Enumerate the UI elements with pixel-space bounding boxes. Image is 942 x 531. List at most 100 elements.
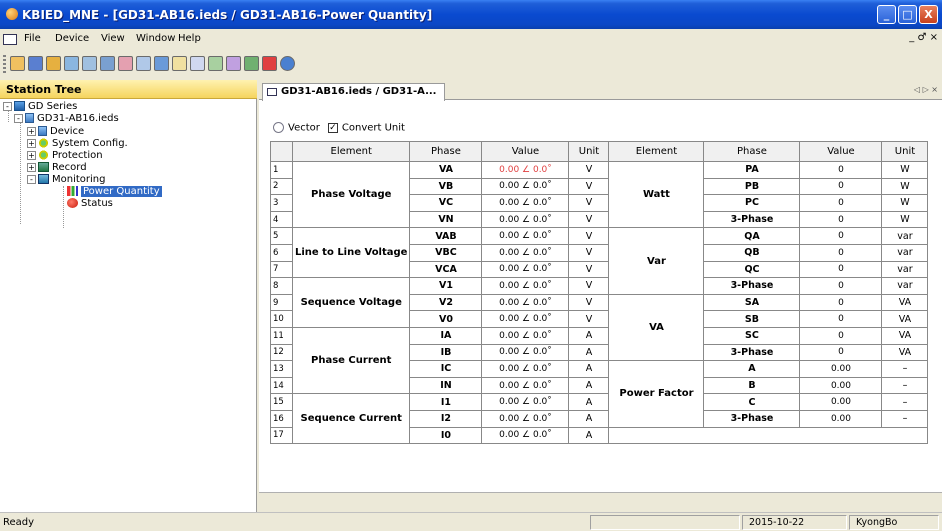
- unit-cell: V: [568, 210, 610, 229]
- value-cell: 0: [799, 293, 883, 312]
- phase-cell: 3-Phase: [703, 343, 801, 362]
- document-icon[interactable]: [3, 34, 17, 45]
- tree-node-gd-series[interactable]: - GD Series: [3, 101, 77, 112]
- vector-icon[interactable]: [273, 122, 284, 133]
- mdi-window-controls[interactable]: _ ♂ ×: [909, 32, 938, 43]
- convert-unit-checkbox[interactable]: ✓: [327, 122, 338, 133]
- header-element: Element: [291, 141, 411, 162]
- menu-window[interactable]: Window: [136, 33, 175, 44]
- unit-cell: var: [881, 277, 929, 295]
- phase-cell: VB: [409, 177, 483, 196]
- menu-help[interactable]: Help: [178, 33, 201, 44]
- unit-cell: –: [881, 393, 929, 411]
- tree-node-record[interactable]: + Record: [27, 162, 87, 173]
- help-icon[interactable]: [280, 56, 295, 71]
- tree-node-power-quantity[interactable]: Power Quantity: [67, 186, 162, 197]
- row-number: 4: [270, 210, 293, 229]
- value-cell: 0.00 ∠ 0.0˚: [481, 376, 570, 395]
- document-tab-icon: [267, 88, 277, 96]
- value-cell: 0.00 ∠ 0.0˚: [481, 326, 570, 345]
- expand-icon[interactable]: +: [27, 150, 36, 160]
- element-group-label: Sequence Voltage: [291, 277, 411, 328]
- tree-node-label: GD Series: [28, 101, 78, 112]
- expand-icon[interactable]: +: [27, 138, 36, 148]
- status-ready: Ready: [3, 517, 35, 528]
- delete-icon[interactable]: [262, 56, 277, 71]
- value-cell: 0.00: [799, 376, 883, 395]
- print-icon[interactable]: [64, 56, 79, 71]
- collapse-icon[interactable]: -: [14, 113, 23, 123]
- tree-node-label: Power Quantity: [81, 186, 162, 197]
- record-icon: [38, 162, 49, 172]
- header-unit-right: Unit: [881, 141, 929, 162]
- phase-cell: QB: [703, 243, 801, 262]
- row-number: 15: [270, 393, 293, 411]
- expand-icon[interactable]: +: [27, 162, 36, 172]
- download-icon[interactable]: [118, 56, 133, 71]
- unit-cell: W: [881, 194, 929, 212]
- header-element-right: Element: [608, 141, 705, 162]
- event-list-icon[interactable]: [172, 56, 187, 71]
- station-tree-panel: Station Tree - GD Series - GD31-AB16.ieds …: [0, 80, 257, 512]
- value-cell: 0.00 ∠ 0.0˚: [481, 310, 570, 328]
- table-icon[interactable]: [190, 56, 205, 71]
- phase-cell: 3-Phase: [703, 277, 801, 295]
- menu-file[interactable]: File: [24, 33, 41, 44]
- menu-view[interactable]: View: [101, 33, 125, 44]
- value-cell: 0.00 ∠ 0.0˚: [481, 293, 570, 312]
- tree-node-system-config[interactable]: + System Config.: [27, 138, 128, 149]
- value-cell: 0.00: [799, 393, 883, 411]
- app-icon: [6, 8, 18, 20]
- element-group-label: Var: [608, 227, 705, 295]
- wave-icon[interactable]: [226, 56, 241, 71]
- minimize-button[interactable]: _: [877, 5, 896, 24]
- value-cell: 0.00 ∠ 0.0˚: [481, 360, 570, 378]
- phase-cell: VA: [409, 161, 483, 179]
- menu-device[interactable]: Device: [55, 33, 89, 44]
- tree-node-status[interactable]: Status: [67, 198, 113, 209]
- toolbar-grip-icon[interactable]: [3, 55, 6, 73]
- new-file-icon[interactable]: [46, 56, 61, 71]
- phase-cell: IN: [409, 376, 483, 395]
- unit-cell: V: [568, 310, 610, 328]
- save-icon[interactable]: [28, 56, 43, 71]
- tab-power-quantity[interactable]: GD31-AB16.ieds / GD31-A...: [262, 83, 446, 101]
- phase-cell: C: [703, 393, 801, 411]
- collapse-icon[interactable]: -: [3, 101, 12, 111]
- value-cell: 0.00 ∠ 0.0˚: [481, 243, 570, 262]
- value-cell: 0: [799, 326, 883, 345]
- header-value-right: Value: [799, 141, 883, 162]
- phase-cell: IB: [409, 343, 483, 362]
- tree-node-label: Record: [52, 162, 87, 173]
- expand-icon[interactable]: +: [27, 126, 36, 136]
- connect-icon[interactable]: [100, 56, 115, 71]
- close-button[interactable]: X: [919, 5, 938, 24]
- unit-cell: V: [568, 277, 610, 295]
- convert-unit-label[interactable]: Convert Unit: [342, 123, 405, 134]
- row-number: 16: [270, 409, 293, 428]
- display-options: Vector ✓ Convert Unit: [273, 122, 405, 134]
- unit-cell: W: [881, 161, 929, 179]
- element-group-label: Power Factor: [608, 360, 705, 428]
- phase-cell: VN: [409, 210, 483, 229]
- chart-icon[interactable]: [208, 56, 223, 71]
- tab-navigation-arrows[interactable]: ◁ ▷ ×: [914, 85, 938, 94]
- header-unit: Unit: [568, 141, 610, 162]
- tree-node-ieds-file[interactable]: - GD31-AB16.ieds: [14, 113, 119, 124]
- export-icon[interactable]: [244, 56, 259, 71]
- vector-label[interactable]: Vector: [288, 123, 320, 134]
- power-quantity-table: Element Phase Value Unit Element Phase V…: [270, 141, 929, 445]
- phase-cell: VC: [409, 194, 483, 212]
- tree-node-protection[interactable]: + Protection: [27, 150, 103, 161]
- upload-icon[interactable]: [136, 56, 151, 71]
- tree-node-monitoring[interactable]: - Monitoring: [27, 174, 105, 185]
- monitor-icon[interactable]: [154, 56, 169, 71]
- tree-node-device[interactable]: + Device: [27, 126, 84, 137]
- collapse-icon[interactable]: -: [27, 174, 36, 184]
- open-folder-icon[interactable]: [10, 56, 25, 71]
- phase-cell: V1: [409, 277, 483, 295]
- phase-cell: I2: [409, 409, 483, 428]
- device-icon[interactable]: [82, 56, 97, 71]
- phase-cell: VBC: [409, 243, 483, 262]
- maximize-button[interactable]: □: [898, 5, 917, 24]
